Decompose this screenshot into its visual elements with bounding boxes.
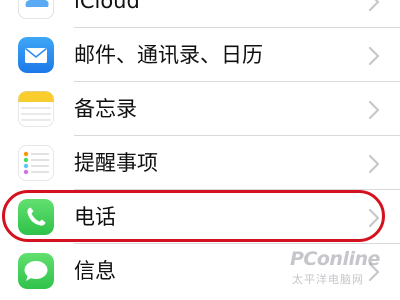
chevron-right-icon — [368, 154, 380, 174]
watermark-main-text: PConline — [290, 248, 380, 270]
settings-item-label: 邮件、通讯录、日历 — [74, 43, 263, 67]
mail-icon — [18, 37, 54, 73]
settings-item-label: iCloud — [74, 0, 140, 13]
settings-item-label: 提醒事项 — [74, 151, 158, 175]
chevron-right-icon — [368, 46, 380, 66]
settings-item-icloud[interactable]: iCloud — [0, 0, 400, 28]
settings-item-mail-contacts-calendars[interactable]: 邮件、通讯录、日历 — [0, 28, 400, 82]
pconline-watermark: PConline 太平洋电脑网 — [290, 248, 400, 294]
settings-item-label: 信息 — [74, 259, 116, 283]
icloud-icon — [18, 0, 54, 19]
watermark-sub-text: 太平洋电脑网 — [292, 273, 364, 286]
settings-item-reminders[interactable]: 提醒事项 — [0, 136, 400, 190]
chevron-right-icon — [368, 100, 380, 120]
phone-row-highlight — [2, 190, 385, 242]
notes-icon — [18, 91, 54, 127]
reminders-icon — [18, 145, 54, 181]
messages-icon — [18, 253, 54, 289]
settings-item-notes[interactable]: 备忘录 — [0, 82, 400, 136]
chevron-right-icon — [368, 0, 380, 12]
settings-item-label: 备忘录 — [74, 97, 137, 121]
